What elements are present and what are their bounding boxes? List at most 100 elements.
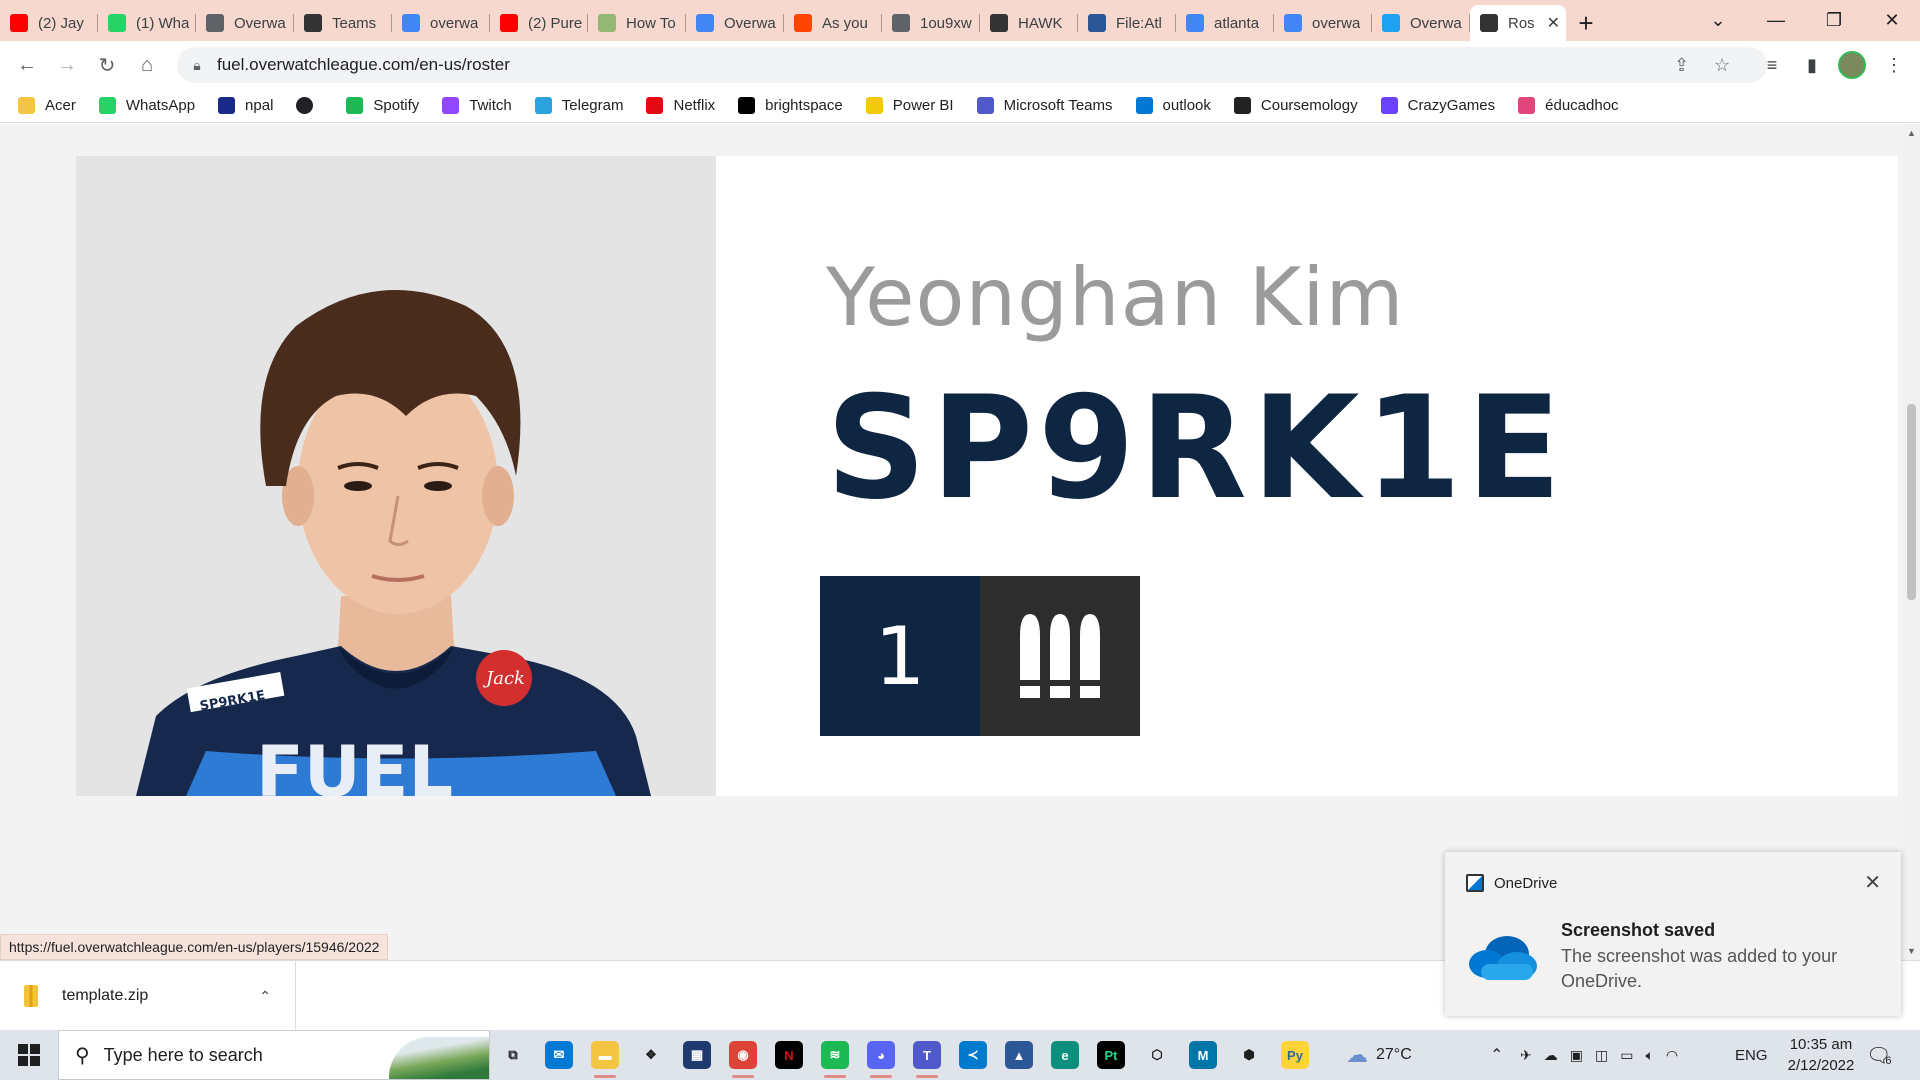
search-icon: ⚲ xyxy=(75,1044,90,1067)
onedrive-notification[interactable]: OneDrive ✕ Screenshot saved The screensh… xyxy=(1445,852,1901,1016)
page-scrollbar[interactable]: ▲ ▼ xyxy=(1903,124,1920,960)
taskbar-app[interactable]: N xyxy=(766,1030,812,1080)
taskbar-app[interactable]: ◉ xyxy=(720,1030,766,1080)
bookmark-item[interactable]: Power BI xyxy=(865,97,954,114)
scroll-down-arrow-icon[interactable]: ▼ xyxy=(1907,946,1916,956)
tab-close-icon[interactable]: ✕ xyxy=(1547,13,1560,33)
language-indicator[interactable]: ENG xyxy=(1735,1030,1768,1080)
taskbar-app[interactable]: ▬ xyxy=(582,1030,628,1080)
bookmark-item[interactable]: Coursemology xyxy=(1233,97,1358,114)
bookmark-item[interactable]: CrazyGames xyxy=(1380,97,1495,114)
start-button[interactable] xyxy=(0,1030,58,1080)
bookmark-item[interactable]: npal xyxy=(218,97,273,114)
tray-security-icon[interactable]: ◫ xyxy=(1595,1047,1608,1064)
taskbar-app[interactable]: ▦ xyxy=(674,1030,720,1080)
browser-tab[interactable]: (2) Jay xyxy=(0,5,98,41)
taskbar-app[interactable]: ✉ xyxy=(536,1030,582,1080)
minimize-button[interactable]: — xyxy=(1748,0,1804,41)
taskbar-app[interactable]: M xyxy=(1180,1030,1226,1080)
back-button[interactable]: ← xyxy=(7,45,47,85)
bookmark-item[interactable]: Telegram xyxy=(534,97,623,114)
side-panel-icon[interactable]: ▮ xyxy=(1798,51,1826,79)
browser-tab[interactable]: HAWK xyxy=(980,5,1078,41)
zip-file-icon xyxy=(24,985,38,1007)
bookmark-item[interactable]: éducadhoc xyxy=(1518,97,1619,114)
taskbar-app[interactable]: ⬢ xyxy=(1226,1030,1272,1080)
restore-button[interactable]: ❐ xyxy=(1806,0,1862,41)
browser-tab[interactable]: overwa xyxy=(392,5,490,41)
tray-onedrive-icon[interactable]: ☁ xyxy=(1544,1047,1558,1064)
taskbar-search-placeholder[interactable]: Type here to search xyxy=(104,1045,263,1066)
taskbar-app[interactable]: ⬡ xyxy=(1134,1030,1180,1080)
taskbar-app[interactable]: ❖ xyxy=(628,1030,674,1080)
tab-active[interactable]: Ros ✕ xyxy=(1470,5,1566,41)
taskbar-app[interactable]: ≋ xyxy=(812,1030,858,1080)
battery-icon[interactable]: ▭ xyxy=(1620,1047,1633,1064)
tray-status-icons[interactable]: ✈ ☁ ▣ ◫ ▭ 🔈︎ ◠ xyxy=(1520,1030,1678,1080)
browser-tab[interactable]: Teams xyxy=(294,5,392,41)
taskbar-search[interactable]: ⚲ Type here to search xyxy=(58,1030,490,1080)
new-tab-button[interactable]: + xyxy=(1566,5,1606,41)
browser-tab[interactable]: (1) Wha xyxy=(98,5,196,41)
volume-icon[interactable]: 🔈︎ xyxy=(1645,1047,1653,1064)
taskbar-app[interactable]: e xyxy=(1042,1030,1088,1080)
windows-taskbar: ⚲ Type here to search ⧉ ✉ ▬ ❖ ▦ ◉ N ≋ ◕ T ≺ ▲ e Pt ⬡ M ⬢… xyxy=(0,1030,1920,1080)
bookmark-star-icon[interactable]: ☆ xyxy=(1714,55,1730,76)
bookmark-item[interactable]: Spotify xyxy=(346,97,419,114)
taskbar-app[interactable]: T xyxy=(904,1030,950,1080)
chevron-up-icon[interactable]: ⌃ xyxy=(259,988,271,1005)
scrollbar-thumb[interactable] xyxy=(1907,404,1916,600)
forward-button[interactable]: → xyxy=(47,45,87,85)
browser-tab[interactable]: Overwa xyxy=(196,5,294,41)
share-icon[interactable]: ⇪ xyxy=(1674,55,1689,76)
taskbar-app[interactable]: ◕ xyxy=(858,1030,904,1080)
close-window-button[interactable]: ✕ xyxy=(1864,0,1920,41)
bookmark-item[interactable]: WhatsApp xyxy=(98,97,195,114)
taskbar-clock[interactable]: 10:35 am 2/12/2022 xyxy=(1776,1034,1866,1076)
browser-tab[interactable]: Overwa xyxy=(1372,5,1470,41)
address-bar[interactable]: 🔒︎ fuel.overwatchleague.com/en-us/roster… xyxy=(177,47,1767,83)
toast-app-name: OneDrive xyxy=(1494,874,1558,892)
bookmark-item[interactable] xyxy=(296,97,323,114)
browser-tab[interactable]: Overwa xyxy=(686,5,784,41)
bookmark-item[interactable]: Twitch xyxy=(442,97,512,114)
browser-tab[interactable]: File:Atl xyxy=(1078,5,1176,41)
lock-icon[interactable]: 🔒︎ xyxy=(177,57,217,74)
scroll-up-arrow-icon[interactable]: ▲ xyxy=(1907,128,1916,138)
browser-tab[interactable]: As you xyxy=(784,5,882,41)
bookmark-item[interactable]: outlook xyxy=(1135,97,1211,114)
taskbar-app[interactable]: ⧉ xyxy=(490,1030,536,1080)
twitter-icon xyxy=(1382,14,1400,32)
download-filename[interactable]: template.zip xyxy=(62,987,148,1005)
taskbar-app[interactable]: ≺ xyxy=(950,1030,996,1080)
notification-center-button[interactable]: 🗨︎ 6 xyxy=(1866,1030,1892,1080)
tray-device-icon[interactable]: ▣ xyxy=(1570,1047,1583,1064)
tray-network-error-icon[interactable]: ✈ xyxy=(1520,1047,1532,1064)
taskbar-app[interactable]: Py xyxy=(1272,1030,1318,1080)
browser-tab[interactable]: 1ou9xw xyxy=(882,5,980,41)
home-button[interactable]: ⌂ xyxy=(127,45,167,85)
browser-tab[interactable]: atlanta xyxy=(1176,5,1274,41)
download-item[interactable]: template.zip ⌃ xyxy=(0,961,296,1031)
bookmark-item[interactable]: Netflix xyxy=(646,97,715,114)
bookmark-item[interactable]: brightspace xyxy=(738,97,843,114)
browser-tab[interactable]: (2) Pure xyxy=(490,5,588,41)
reading-list-icon[interactable]: ≡ xyxy=(1758,51,1786,79)
browser-tab[interactable]: overwa xyxy=(1274,5,1372,41)
weather-widget[interactable]: ☁ 27°C xyxy=(1346,1030,1412,1080)
player-card[interactable]: FUEL SP9RK1E Jack Yeonghan Kim SP9RK1E 1 xyxy=(76,156,1898,796)
taskbar-app[interactable]: Pt xyxy=(1088,1030,1134,1080)
wifi-icon[interactable]: ◠ xyxy=(1666,1047,1678,1064)
reload-button[interactable]: ↻ xyxy=(87,45,127,85)
address-url[interactable]: fuel.overwatchleague.com/en-us/roster xyxy=(217,55,510,75)
bookmark-item[interactable]: Microsoft Teams xyxy=(976,97,1113,114)
bookmark-item[interactable]: Acer xyxy=(18,97,76,114)
profile-avatar[interactable] xyxy=(1838,51,1866,79)
menu-kebab-icon[interactable]: ⋮ xyxy=(1880,51,1908,79)
taskbar-app[interactable]: ▲ xyxy=(996,1030,1042,1080)
show-hidden-icons-chevron-icon[interactable]: ⌃ xyxy=(1490,1030,1503,1080)
np-icon xyxy=(738,97,756,114)
browser-tab[interactable]: How To xyxy=(588,5,686,41)
toast-close-icon[interactable]: ✕ xyxy=(1864,870,1881,895)
tab-search-chevron-icon[interactable]: ⌄ xyxy=(1690,0,1746,41)
